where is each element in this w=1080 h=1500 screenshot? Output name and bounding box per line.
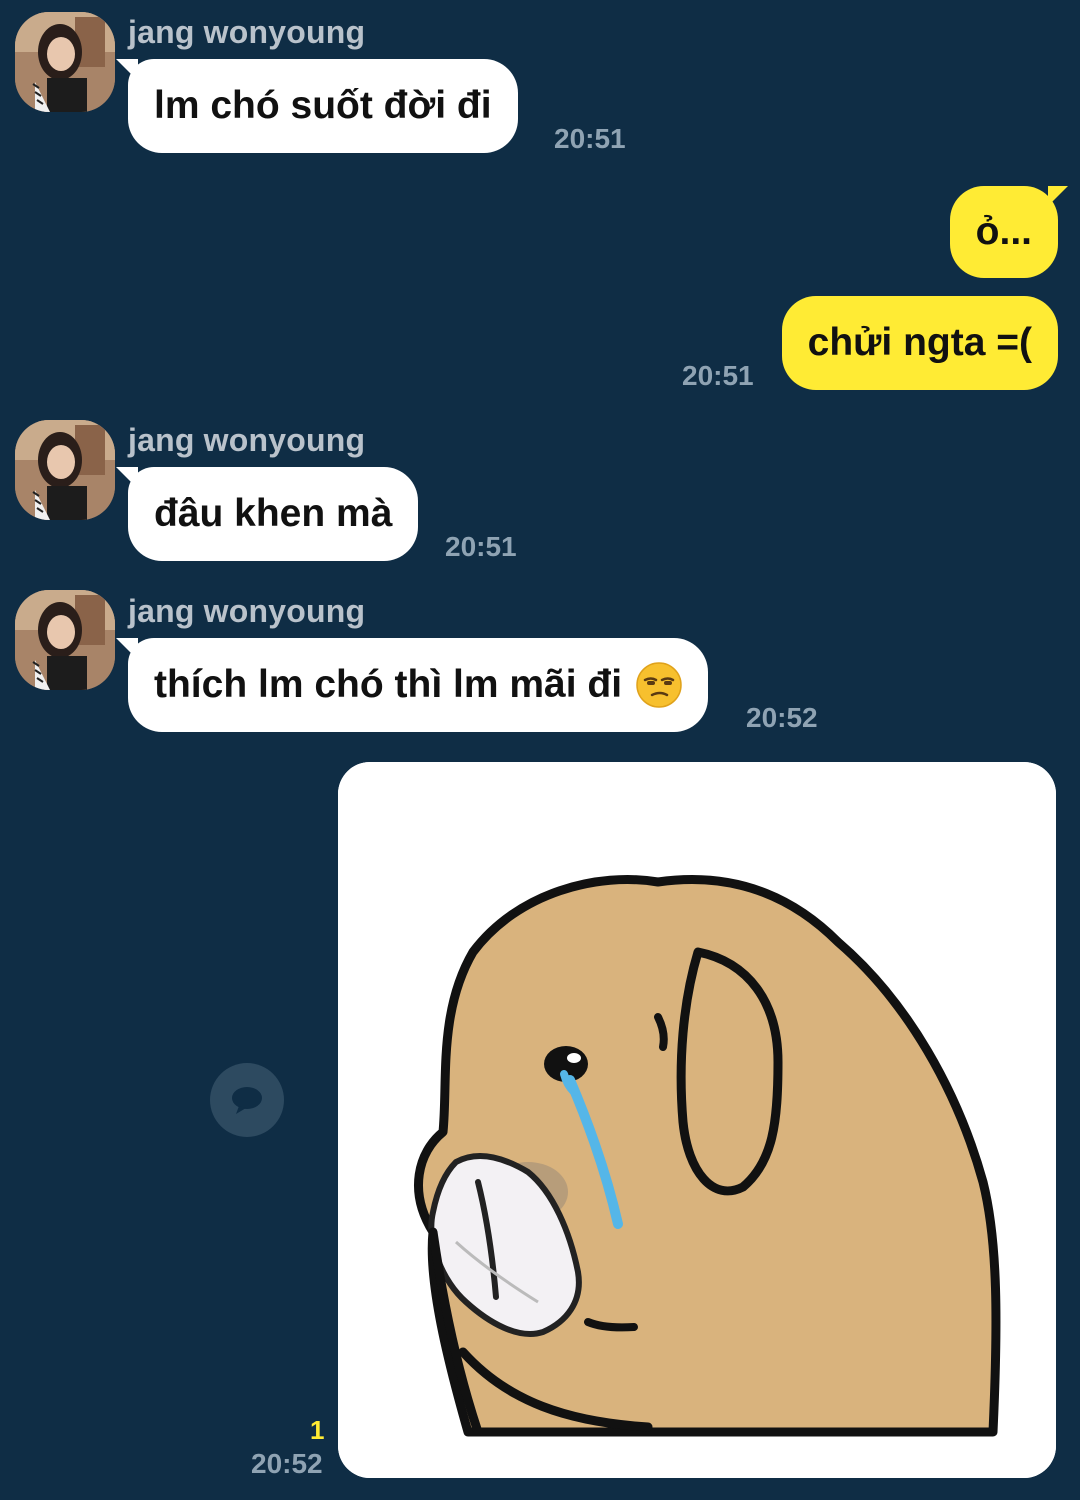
sender-name: jang wonyoung bbox=[128, 593, 366, 629]
message-text: lm chó suốt đời đi bbox=[154, 84, 492, 127]
bubble-tail bbox=[116, 638, 138, 660]
message-text: ỏ... bbox=[975, 210, 1032, 253]
bubble-tail bbox=[116, 467, 138, 489]
message-text: đâu khen mà bbox=[154, 492, 393, 535]
message-timestamp: 20:52 bbox=[251, 1448, 323, 1479]
message-timestamp: 20:52 bbox=[746, 702, 818, 733]
avatar-photo bbox=[15, 420, 115, 520]
message-bubble-incoming[interactable]: thích lm chó thì lm mãi đi bbox=[116, 638, 709, 732]
sender-avatar[interactable] bbox=[15, 420, 115, 520]
message-bubble-outgoing[interactable]: chửi ngta =( bbox=[781, 296, 1058, 390]
avatar-photo bbox=[15, 12, 115, 112]
share-button[interactable] bbox=[210, 1063, 284, 1137]
message-text: chửi ngta =( bbox=[807, 321, 1032, 364]
speech-bubble-icon bbox=[232, 1087, 262, 1114]
message-timestamp: 20:51 bbox=[445, 531, 517, 562]
chat-view: jang wonyoung lm chó suốt đời đi 20:51 ỏ… bbox=[0, 0, 1080, 1500]
crying-dog-sticker bbox=[338, 762, 1056, 1478]
avatar-photo bbox=[15, 590, 115, 690]
message-timestamp: 20:51 bbox=[554, 123, 626, 154]
message-bubble-incoming[interactable]: lm chó suốt đời đi bbox=[116, 59, 518, 153]
sender-avatar[interactable] bbox=[15, 12, 115, 112]
message-bubble-incoming[interactable]: đâu khen mà bbox=[116, 467, 419, 561]
sender-avatar[interactable] bbox=[15, 590, 115, 690]
sender-name: jang wonyoung bbox=[128, 14, 366, 50]
message-bubble-outgoing[interactable]: ỏ... bbox=[949, 186, 1068, 278]
sender-name: jang wonyoung bbox=[128, 422, 366, 458]
message-text: thích lm chó thì lm mãi đi bbox=[154, 663, 623, 706]
unread-count: 1 bbox=[310, 1415, 325, 1445]
unamused-face-icon bbox=[636, 662, 682, 708]
bubble-tail bbox=[116, 59, 138, 81]
message-timestamp: 20:51 bbox=[682, 360, 754, 391]
bubble-tail bbox=[1048, 186, 1068, 206]
sticker-image[interactable] bbox=[338, 762, 1056, 1478]
